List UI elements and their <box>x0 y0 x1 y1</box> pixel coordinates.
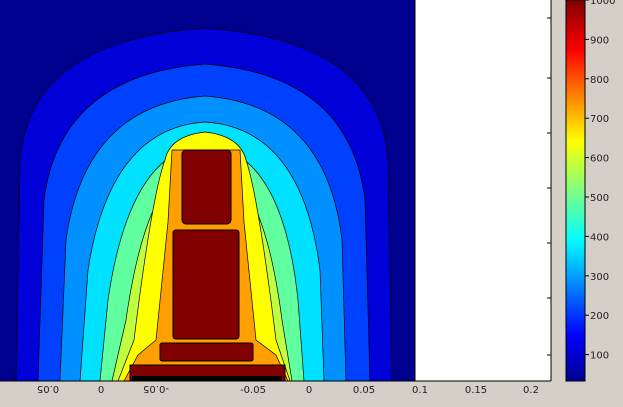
x-tick-label-6: 0.2 <box>523 385 539 396</box>
figure-canvas: 0.05 0 -0.05 -0.05 0 0.05 0.1 0.15 0.2 1… <box>0 0 615 407</box>
colorbar-tick-label: 700 <box>590 114 609 125</box>
x-tick-label-4: 0.1 <box>412 385 428 396</box>
x-tick-label-mirrored-1: 0.05 <box>37 383 59 394</box>
colorbar-tick-label: 200 <box>590 311 609 322</box>
hot-block-top <box>181 149 232 225</box>
hot-block-mid <box>172 229 240 340</box>
colorbar: 1000 900 800 700 600 500 400 300 200 100 <box>565 0 615 382</box>
colorbar-tick-label: 500 <box>590 193 609 204</box>
x-tick-label-5: 0.15 <box>465 385 487 396</box>
colorbar-tick-label: 900 <box>590 35 609 46</box>
base-strip <box>132 376 282 381</box>
colorbar-tick-label: 1000 <box>590 0 615 7</box>
x-tick-label-2: 0 <box>306 385 312 396</box>
colorbar-gradient <box>565 0 586 382</box>
hot-block-base <box>159 342 254 362</box>
colorbar-tick-label: 300 <box>590 272 609 283</box>
colorbar-tick-labels: 1000 900 800 700 600 500 400 300 200 100 <box>585 0 615 362</box>
colorbar-tick-label: 800 <box>590 75 609 86</box>
colorbar-tick-label: 100 <box>590 351 609 362</box>
x-tick-label-mirrored-3: -0.05 <box>143 383 169 394</box>
x-tick-label-3: 0.05 <box>353 385 375 396</box>
empty-panel <box>414 0 552 381</box>
x-tick-label-1: -0.05 <box>240 385 266 396</box>
x-tick-label-mirrored-2: 0 <box>98 383 104 394</box>
colorbar-tick-label: 600 <box>590 154 609 165</box>
contour-plot <box>0 0 415 382</box>
x-axis: 0.05 0 -0.05 -0.05 0 0.05 0.1 0.15 0.2 <box>0 380 551 407</box>
colorbar-tick-label: 400 <box>590 232 609 243</box>
